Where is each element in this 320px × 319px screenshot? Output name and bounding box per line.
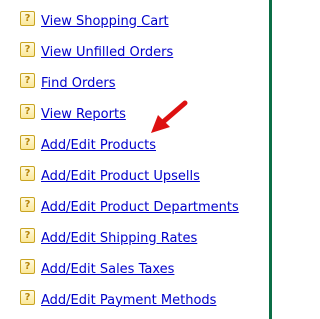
view-shopping-cart-link[interactable]: View Shopping Cart <box>41 14 169 29</box>
help-icon[interactable]: ? <box>20 104 35 119</box>
menu-item-view-reports: ? View Reports <box>20 104 126 124</box>
menu-item-add-edit-payment-methods: ? Add/Edit Payment Methods <box>20 290 216 310</box>
menu-item-add-edit-product-upsells: ? Add/Edit Product Upsells <box>20 166 200 186</box>
find-orders-link[interactable]: Find Orders <box>41 76 115 91</box>
add-edit-product-upsells-link[interactable]: Add/Edit Product Upsells <box>41 169 200 184</box>
menu-item-add-edit-sales-taxes: ? Add/Edit Sales Taxes <box>20 259 174 279</box>
help-icon[interactable]: ? <box>20 290 35 305</box>
menu-item-add-edit-product-departments: ? Add/Edit Product Departments <box>20 197 239 217</box>
add-edit-shipping-rates-link[interactable]: Add/Edit Shipping Rates <box>41 231 197 246</box>
view-unfilled-orders-link[interactable]: View Unfilled Orders <box>41 45 173 60</box>
help-icon[interactable]: ? <box>20 42 35 57</box>
help-icon[interactable]: ? <box>20 11 35 26</box>
menu-item-view-shopping-cart: ? View Shopping Cart <box>20 11 169 31</box>
help-icon[interactable]: ? <box>20 228 35 243</box>
view-reports-link[interactable]: View Reports <box>41 107 126 122</box>
menu-item-add-edit-products: ? Add/Edit Products <box>20 135 156 155</box>
right-border-divider <box>269 0 272 319</box>
help-icon[interactable]: ? <box>20 197 35 212</box>
add-edit-payment-methods-link[interactable]: Add/Edit Payment Methods <box>41 293 216 308</box>
help-icon[interactable]: ? <box>20 135 35 150</box>
menu-item-view-unfilled-orders: ? View Unfilled Orders <box>20 42 173 62</box>
help-icon[interactable]: ? <box>20 73 35 88</box>
add-edit-products-link[interactable]: Add/Edit Products <box>41 138 156 153</box>
add-edit-sales-taxes-link[interactable]: Add/Edit Sales Taxes <box>41 262 174 277</box>
menu-item-find-orders: ? Find Orders <box>20 73 115 93</box>
help-icon[interactable]: ? <box>20 166 35 181</box>
menu-item-add-edit-shipping-rates: ? Add/Edit Shipping Rates <box>20 228 197 248</box>
red-arrow-icon <box>151 100 188 133</box>
help-icon[interactable]: ? <box>20 259 35 274</box>
add-edit-product-departments-link[interactable]: Add/Edit Product Departments <box>41 200 239 215</box>
